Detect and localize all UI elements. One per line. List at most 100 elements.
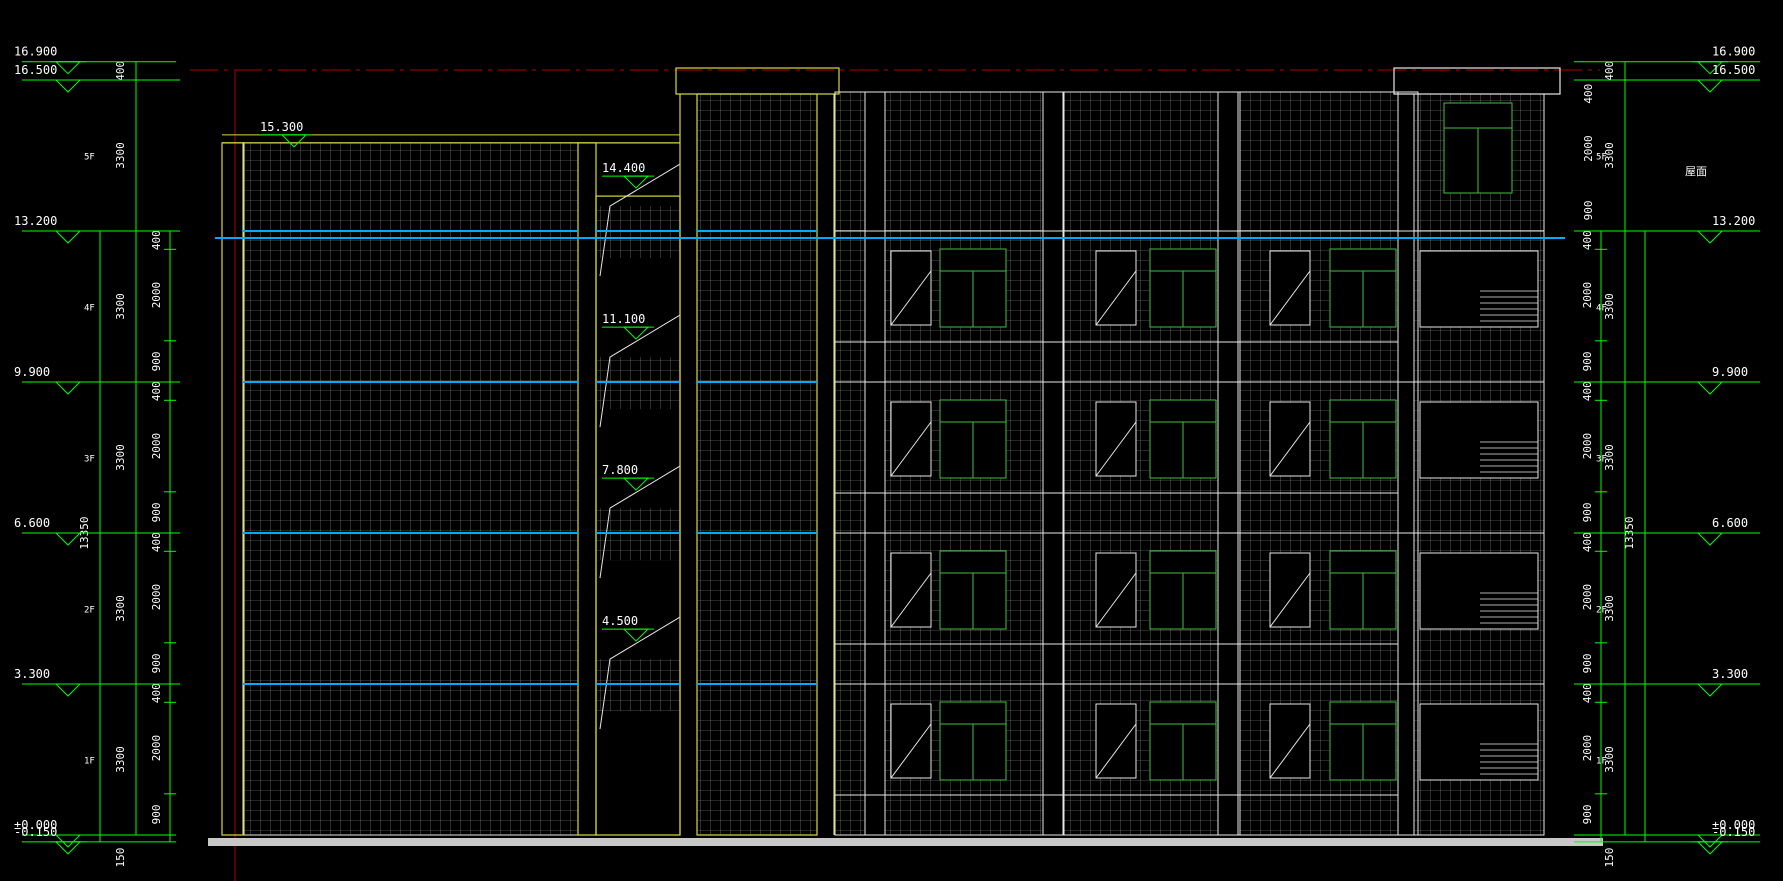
part-dimension-label: 900 [1581, 351, 1594, 371]
level-triangle [1696, 683, 1724, 697]
level-triangle [54, 841, 82, 855]
left-wing-divider-column [577, 142, 597, 836]
part-dimension-label: 400 [150, 381, 163, 401]
right-level-markers: 16.90016.50013.2009.9006.6003.300±0.000-… [1574, 45, 1760, 855]
part-dimension-label: 900 [150, 351, 163, 371]
balcony-door [890, 401, 932, 477]
floor-total-label: 3300 [114, 595, 127, 622]
facade-column [1042, 91, 1064, 836]
base-dimension-label: 150 [1603, 848, 1616, 868]
stair-level-triangle [622, 326, 650, 340]
part-dimension-label: 900 [150, 502, 163, 522]
level-label: 16.500 [14, 63, 57, 77]
level-triangle [54, 532, 82, 546]
end-tower-stair-window [1419, 250, 1539, 328]
part-dimension-label: 900 [1581, 502, 1594, 522]
balcony-door [1269, 703, 1311, 779]
left-wing-tile-wall [242, 142, 579, 836]
level-label: 6.600 [1712, 516, 1748, 530]
top-part-label: 400 [1582, 84, 1595, 104]
top-floor-dimension-label: 3300 [1603, 142, 1616, 169]
parapet-dimension-label: 400 [1603, 61, 1616, 81]
top-part-label: 900 [1582, 200, 1595, 220]
balcony-door [1095, 703, 1137, 779]
balcony-door [890, 250, 932, 326]
floor-total-label: 3300 [114, 444, 127, 471]
level-triangle [1696, 841, 1724, 855]
part-dimension-label: 2000 [1581, 282, 1594, 309]
elevation-drawing: 133501501F 330090020004002F 33009002000400… [14, 45, 1760, 881]
part-dimension-label: 400 [150, 683, 163, 703]
balcony-door [1269, 552, 1311, 628]
balcony-door [1095, 250, 1137, 326]
stair-level-label: 14.400 [602, 161, 645, 175]
level-triangle [54, 79, 82, 93]
part-dimension-label: 2000 [150, 735, 163, 762]
balcony-door [1269, 250, 1311, 326]
roof-note: 屋面 [1685, 165, 1707, 178]
top-part-label: 2000 [1582, 135, 1595, 162]
stair-level-triangle [622, 477, 650, 491]
building-elevation [208, 67, 1603, 846]
level-label: 16.500 [1712, 63, 1755, 77]
bay-tile-wall [834, 91, 866, 836]
right-dimension-chain: 133501501F330090020004002F33009002000400… [1581, 61, 1707, 868]
level-label: 3.300 [1712, 667, 1748, 681]
level-triangle [54, 230, 82, 244]
part-dimension-label: 400 [1581, 683, 1594, 703]
part-dimension-label: 900 [150, 804, 163, 824]
level-label: -0.150 [1712, 825, 1755, 839]
level-label: 13.200 [14, 214, 57, 228]
level-triangle [1696, 79, 1724, 93]
stair-level-triangle [622, 628, 650, 642]
level-label: 16.900 [14, 45, 57, 59]
floor-label: 5F [84, 153, 95, 163]
part-dimension-label: 2000 [150, 433, 163, 460]
level-label: 9.900 [1712, 365, 1748, 379]
floor-total-label: 3300 [114, 746, 127, 773]
end-tower-stair-window [1419, 552, 1539, 630]
level-label: 3.300 [14, 667, 50, 681]
level-triangle [54, 61, 82, 75]
stair-level-label: 11.100 [602, 312, 645, 326]
balcony-door [1095, 552, 1137, 628]
floor-total-label: 3300 [1603, 444, 1616, 471]
level-triangle [1696, 230, 1724, 244]
level-label: 16.900 [1712, 45, 1755, 59]
floor-total-label: 3300 [1603, 293, 1616, 320]
level-triangle [1696, 381, 1724, 395]
part-dimension-label: 400 [1581, 532, 1594, 552]
facade-column [864, 91, 886, 836]
end-tower-cap [1393, 67, 1561, 95]
level-label: 9.900 [14, 365, 50, 379]
balcony-door [890, 703, 932, 779]
parapet-dimension-label: 400 [114, 61, 127, 81]
left-dimension-chain: 133501501F 330090020004002F 33009002000400… [78, 61, 180, 868]
level-triangle [54, 683, 82, 697]
end-tower-stair-window [1419, 703, 1539, 781]
ground-line [208, 838, 1603, 846]
level-triangle [1696, 532, 1724, 546]
balcony-door [890, 552, 932, 628]
tower-tiled-wall [696, 93, 818, 836]
left-wing-edge-column [221, 142, 245, 836]
floor-total-label: 3300 [1603, 595, 1616, 622]
part-dimension-label: 400 [1581, 230, 1594, 250]
level-label: -0.150 [14, 825, 57, 839]
part-dimension-label: 900 [150, 653, 163, 673]
end-tower-stair-window [1419, 401, 1539, 479]
stair-level-label: 15.300 [260, 120, 303, 134]
floor-total-label: 3300 [114, 293, 127, 320]
balcony-door [1095, 401, 1137, 477]
part-dimension-label: 900 [1581, 653, 1594, 673]
floor-total-label: 3300 [1603, 746, 1616, 773]
part-dimension-label: 2000 [1581, 433, 1594, 460]
level-label: 13.200 [1712, 214, 1755, 228]
level-triangle [54, 381, 82, 395]
top-floor-dimension-label: 3300 [114, 142, 127, 169]
stair-level-label: 7.800 [602, 463, 638, 477]
part-dimension-label: 400 [150, 532, 163, 552]
part-dimension-label: 2000 [150, 584, 163, 611]
part-dimension-label: 2000 [1581, 735, 1594, 762]
part-dimension-label: 2000 [150, 282, 163, 309]
